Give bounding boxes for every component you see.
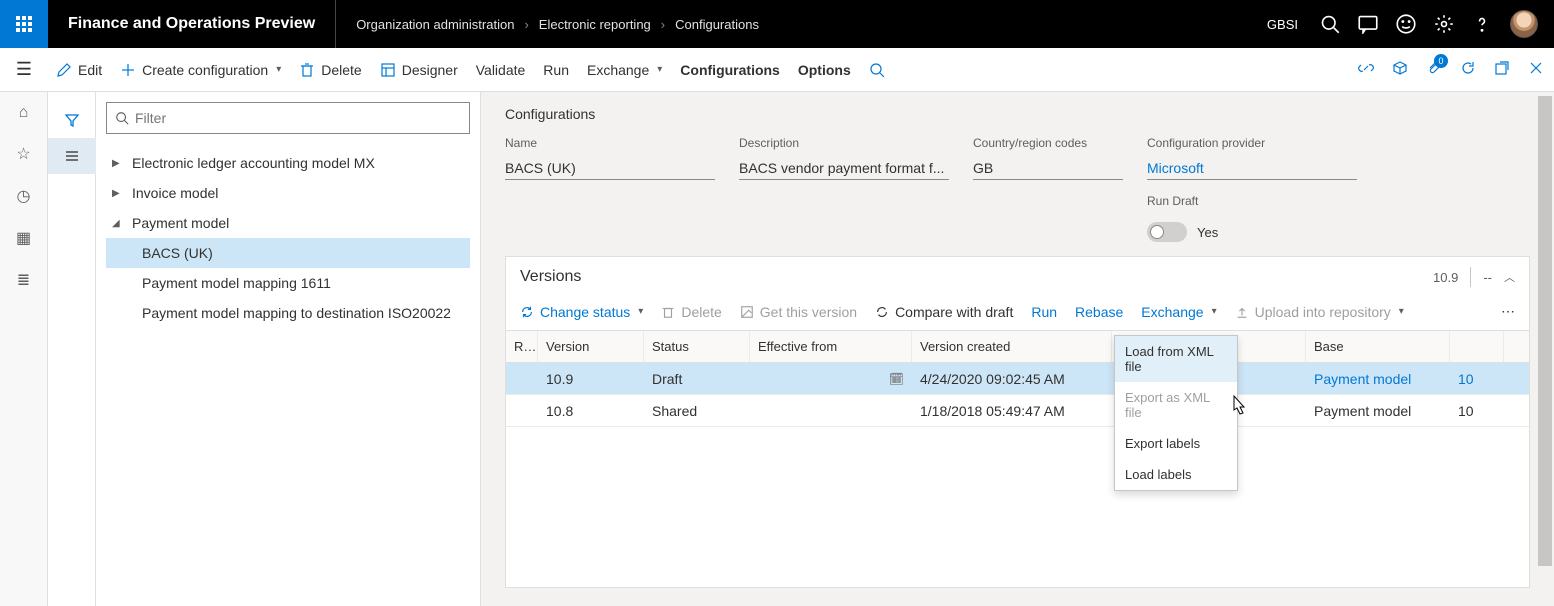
avatar[interactable] [1510,10,1538,38]
description-value[interactable]: BACS vendor payment format f... [739,156,949,180]
dropdown-export-xml: Export as XML file [1115,382,1237,428]
caret-right-icon: ▶ [112,188,122,199]
table-row[interactable]: 10.9 Draft 🗓 4/24/2020 09:02:45 AM Payme… [506,363,1529,395]
get-version-button: Get this version [740,304,857,320]
tree-item[interactable]: Payment model mapping 1611 [106,268,470,298]
search-icon[interactable] [1320,14,1340,34]
col-status[interactable]: Status [644,331,750,362]
tree-item[interactable]: ▶Electronic ledger accounting model MX [106,148,470,178]
col-effective[interactable]: Effective from [750,331,912,362]
app-title: Finance and Operations Preview [48,0,336,48]
chevron-right-icon: › [661,17,665,32]
caret-down-icon: ◢ [112,218,122,229]
current-version: 10.9 [1433,270,1458,285]
edit-button[interactable]: Edit [56,62,102,78]
col-base[interactable]: Base [1306,331,1450,362]
tree-item[interactable]: Payment model mapping to destination ISO… [106,298,470,328]
breadcrumb-item[interactable]: Organization administration [356,17,514,32]
attachment-icon[interactable]: 0 [1426,60,1442,79]
tree-item[interactable]: ◢Payment model [106,208,470,238]
dropdown-load-labels[interactable]: Load labels [1115,459,1237,490]
version-delete-button: Delete [661,304,721,320]
dropdown-load-xml[interactable]: Load from XML file [1115,336,1237,382]
gear-icon[interactable] [1434,14,1454,34]
col-created[interactable]: Version created [912,331,1112,362]
hamburger-icon[interactable]: ☰ [0,59,48,80]
table-row[interactable]: 10.8 Shared 1/18/2018 05:49:47 AM Paymen… [506,395,1529,427]
cursor-icon [1228,394,1248,418]
version-exchange-button[interactable]: Exchange▾ [1141,304,1216,320]
dropdown-export-labels[interactable]: Export labels [1115,428,1237,459]
description-label: Description [739,136,949,150]
run-draft-toggle[interactable] [1147,222,1187,242]
exchange-button[interactable]: Exchange▾ [587,62,662,78]
compare-button[interactable]: Compare with draft [875,304,1013,320]
options-tab[interactable]: Options [798,62,851,78]
list-pane-button[interactable] [48,138,96,174]
create-configuration-button[interactable]: Create configuration▾ [120,62,281,78]
app-launcher[interactable] [0,0,48,48]
versions-title: Versions [520,268,581,286]
provider-value[interactable]: Microsoft [1147,156,1357,180]
modules-icon[interactable]: ≣ [17,270,30,290]
version-dash: -- [1483,270,1492,285]
validate-button[interactable]: Validate [476,62,526,78]
delete-button[interactable]: Delete [299,62,361,78]
more-button[interactable]: ⋯ [1501,303,1515,320]
close-icon[interactable] [1528,60,1544,79]
chat-icon[interactable] [1358,14,1378,34]
run-button[interactable]: Run [543,62,569,78]
designer-button[interactable]: Designer [380,62,458,78]
section-title: Configurations [505,106,1530,122]
version-run-button[interactable]: Run [1031,304,1057,320]
workspaces-icon[interactable]: ▦ [16,228,31,248]
smiley-icon[interactable] [1396,14,1416,34]
company-code[interactable]: GBSI [1267,17,1298,32]
col-version[interactable]: Version [538,331,644,362]
name-label: Name [505,136,715,150]
filter-pane-button[interactable] [48,102,96,138]
chevron-down-icon: ▾ [276,64,281,75]
popout-icon[interactable] [1494,60,1510,79]
breadcrumb-item[interactable]: Configurations [675,17,759,32]
favorites-icon[interactable]: ☆ [16,144,30,164]
calendar-icon[interactable]: 🗓 [889,363,904,394]
col-r[interactable]: R... [506,331,538,362]
package-icon[interactable] [1392,60,1408,79]
country-value[interactable]: GB [973,156,1123,180]
country-label: Country/region codes [973,136,1123,150]
recent-icon[interactable]: ◷ [17,186,31,206]
run-draft-label: Run Draft [1147,194,1357,208]
breadcrumb-item[interactable]: Electronic reporting [539,17,651,32]
breadcrumb: Organization administration › Electronic… [336,17,1251,32]
link-icon[interactable] [1358,60,1374,79]
filter-input-container[interactable] [106,102,470,134]
change-status-button[interactable]: Change status▾ [520,304,643,320]
run-draft-value: Yes [1197,225,1218,240]
search-button[interactable] [869,62,885,78]
tree-item-selected[interactable]: BACS (UK) [106,238,470,268]
tree-item[interactable]: ▶Invoice model [106,178,470,208]
waffle-icon [16,16,32,32]
col-basev[interactable] [1450,331,1504,362]
rebase-button[interactable]: Rebase [1075,304,1123,320]
chevron-right-icon: › [524,17,528,32]
chevron-down-icon: ▾ [657,64,662,75]
name-value[interactable]: BACS (UK) [505,156,715,180]
search-icon [115,111,129,125]
refresh-icon[interactable] [1460,60,1476,79]
caret-right-icon: ▶ [112,158,122,169]
scrollbar[interactable] [1538,92,1552,592]
help-icon[interactable] [1472,14,1492,34]
exchange-dropdown: Load from XML file Export as XML file Ex… [1114,335,1238,491]
filter-input[interactable] [135,110,461,126]
configurations-tab[interactable]: Configurations [680,62,780,78]
provider-label: Configuration provider [1147,136,1357,150]
badge-count: 0 [1434,54,1448,68]
home-icon[interactable]: ⌂ [19,104,29,122]
chevron-up-icon[interactable]: ︿ [1504,269,1515,285]
upload-repository-button: Upload into repository▾ [1235,304,1404,320]
